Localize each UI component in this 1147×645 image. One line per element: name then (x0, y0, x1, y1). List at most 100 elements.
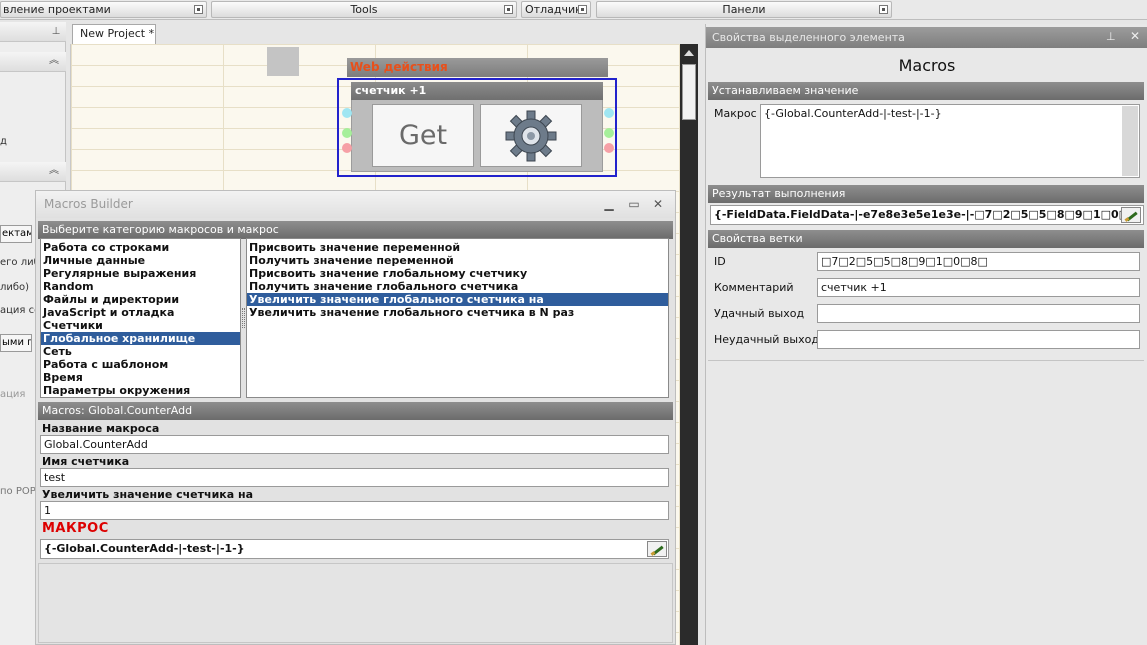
success-exit-label: Удачный выход (714, 307, 805, 320)
scroll-thumb[interactable] (682, 64, 696, 120)
node-input-port[interactable] (342, 128, 352, 138)
divider (708, 360, 1144, 361)
macro-value-field[interactable]: {-Global.CounterAdd-|-test-|-1-} (760, 104, 1140, 178)
list-item[interactable]: Регулярные выражения (41, 267, 240, 280)
list-item[interactable]: Время (41, 371, 240, 384)
macro-header: Macros: Global.CounterAdd (38, 402, 673, 420)
chevron-up-icon[interactable]: ︽ (48, 55, 60, 67)
properties-panel: Свойства выделенного элемента ⊥ ✕ Macros… (705, 24, 1147, 645)
macro-builder-footer (38, 563, 673, 643)
left-dock-text: ация (0, 389, 26, 400)
list-item[interactable]: Получить значение переменной (247, 254, 668, 267)
macro-field-scrollbar[interactable] (1122, 106, 1138, 176)
toolbar-debugger-label: Отладчик (525, 3, 582, 16)
counter-name-field[interactable]: test (40, 468, 669, 487)
pin-icon[interactable] (504, 5, 513, 14)
category-list[interactable]: Работа со строками Личные данные Регуляр… (40, 238, 241, 398)
list-item[interactable]: Работа со строками (41, 241, 240, 254)
top-toolbar: вление проектами Tools Отладчик Панели (0, 0, 1147, 20)
tab-new-project[interactable]: New Project * (72, 24, 156, 44)
list-item[interactable]: Личные данные (41, 254, 240, 267)
close-icon[interactable]: ✕ (1130, 29, 1140, 43)
list-item[interactable]: Работа с шаблоном (41, 358, 240, 371)
list-item[interactable]: Увеличить значение глобального счетчика … (247, 306, 668, 319)
macro-label: Макрос (714, 107, 757, 120)
toolbar-debugger[interactable]: Отладчик (521, 1, 591, 18)
edit-pencil-icon[interactable] (647, 541, 667, 557)
comment-field[interactable]: счетчик +1 (817, 278, 1140, 297)
macro-list[interactable]: Присвоить значение переменной Получить з… (246, 238, 669, 398)
comment-label: Комментарий (714, 281, 794, 294)
list-item[interactable]: Присвоить значение глобальному счетчику (247, 267, 668, 280)
id-label: ID (714, 255, 726, 268)
pin-icon[interactable]: ⊥ (50, 26, 62, 38)
gear-action-button[interactable] (480, 104, 582, 167)
category-header: Выберите категорию макросов и макрос (38, 221, 673, 239)
macros-builder-title[interactable]: Macros Builder (36, 191, 675, 218)
list-item-selected[interactable]: Увеличить значение глобального счетчика … (247, 293, 668, 306)
toolbar-project-management[interactable]: вление проектами (0, 1, 207, 18)
node-group-title[interactable]: Web действия (347, 58, 608, 77)
node-output-port[interactable] (604, 108, 614, 118)
left-dock-section-header-2[interactable]: ︽ (0, 162, 66, 182)
properties-title: Свойства выделенного элемента (706, 27, 1147, 48)
set-value-header: Устанавливаем значение (708, 82, 1144, 100)
left-dock-header: ⊥ (0, 22, 66, 42)
list-item[interactable]: JavaScript и отладка (41, 306, 240, 319)
fail-exit-field[interactable] (817, 330, 1140, 349)
macro-result-field[interactable]: {-Global.CounterAdd-|-test-|-1-} (40, 539, 669, 559)
gear-icon (505, 110, 557, 162)
list-item[interactable]: Параметры окружения (41, 384, 240, 397)
list-item[interactable]: Сеть (41, 345, 240, 358)
maximize-icon[interactable]: ▭ (626, 195, 642, 213)
increment-label: Увеличить значение счетчика на (42, 488, 254, 501)
scroll-up-icon[interactable] (684, 50, 694, 56)
left-dock-projects-button[interactable]: ектами) (0, 225, 32, 243)
id-field[interactable]: □7□2□5□5□8□9□1□0□8□ (817, 252, 1140, 271)
splitter-handle[interactable] (242, 308, 245, 328)
success-exit-field[interactable] (817, 304, 1140, 323)
left-dock-text: его либ (0, 257, 40, 268)
pin-icon[interactable] (879, 5, 888, 14)
node-title[interactable]: счетчик +1 (351, 82, 603, 100)
left-dock-text: либо) (0, 282, 30, 293)
canvas-block[interactable] (267, 47, 299, 76)
macro-name-label: Название макроса (42, 422, 160, 435)
chevron-up-icon[interactable]: ︽ (48, 165, 60, 177)
toolbar-project-management-label: вление проектами (3, 3, 111, 16)
element-name: Macros (898, 56, 956, 75)
get-action-button[interactable]: Get (372, 104, 474, 167)
left-dock-yy-button[interactable]: ыми пр (0, 334, 32, 352)
list-item[interactable]: Получить значение глобального счетчика (247, 280, 668, 293)
node-input-port[interactable] (342, 143, 352, 153)
toolbar-tools[interactable]: Tools (211, 1, 517, 18)
fail-exit-label: Неудачный выход (714, 333, 819, 346)
counter-name-label: Имя счетчика (42, 455, 130, 468)
node-input-port[interactable] (342, 108, 352, 118)
left-dock-text: д (0, 136, 7, 147)
minimize-icon[interactable]: ▁ (601, 195, 617, 213)
node-output-port[interactable] (604, 128, 614, 138)
macro-name-field[interactable]: Global.CounterAdd (40, 435, 669, 454)
canvas-scrollbar[interactable] (680, 44, 698, 645)
pin-icon[interactable] (578, 5, 587, 14)
toolbar-panels-label: Панели (722, 3, 766, 16)
list-item[interactable]: Random (41, 280, 240, 293)
pin-icon[interactable] (194, 5, 203, 14)
macros-builder-window: Macros Builder ▁ ▭ ✕ Выберите категорию … (35, 190, 676, 645)
branch-header: Свойства ветки (708, 230, 1144, 248)
list-item[interactable]: Присвоить значение переменной (247, 241, 668, 254)
list-item[interactable]: Счетчики (41, 319, 240, 332)
macro-caption: МАКРОС (42, 521, 109, 536)
toolbar-panels[interactable]: Панели (596, 1, 892, 18)
increment-field[interactable]: 1 (40, 501, 669, 520)
result-header: Результат выполнения (708, 185, 1144, 203)
node-output-port[interactable] (604, 143, 614, 153)
list-item-selected[interactable]: Глобальное хранилище (41, 332, 240, 345)
left-dock-section-header[interactable]: ︽ (0, 52, 66, 72)
close-icon[interactable]: ✕ (650, 195, 666, 213)
list-item[interactable]: Файлы и директории (41, 293, 240, 306)
pin-icon[interactable]: ⊥ (1106, 30, 1116, 43)
edit-pencil-icon[interactable] (1121, 207, 1141, 223)
result-value-field[interactable]: {-FieldData.FieldData-|-е7е8е3е5е1е3е-|-… (710, 205, 1144, 225)
